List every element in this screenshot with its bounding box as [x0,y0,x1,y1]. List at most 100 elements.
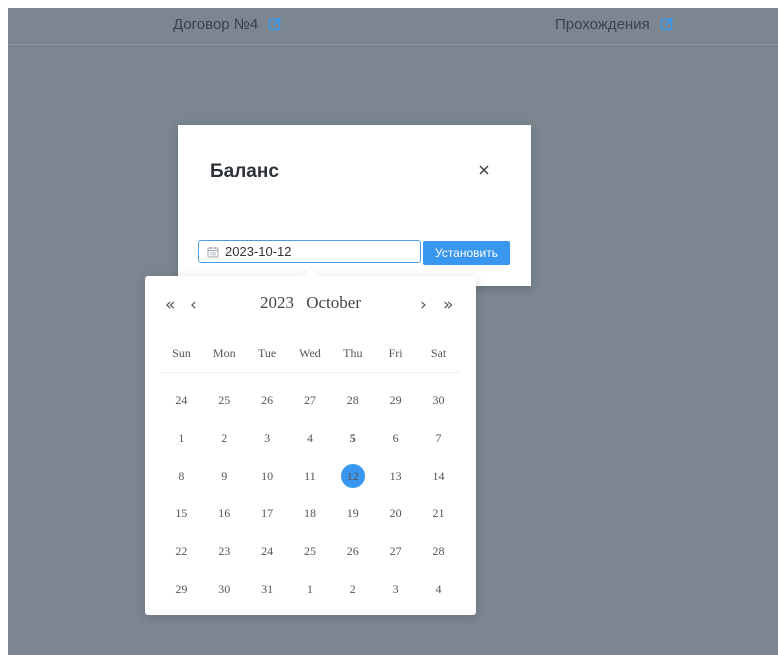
day-cell[interactable]: 23 [203,539,246,564]
day-number: 3 [264,431,271,446]
day-cell[interactable]: 13 [374,464,417,489]
calendar-icon [207,246,219,258]
balance-dialog: Баланс Установить [178,125,531,286]
day-number: 30 [432,393,445,408]
day-cell[interactable]: 9 [203,464,246,489]
table-header-row: Договор №4 Прохождения [8,8,778,45]
day-cell[interactable]: 20 [374,501,417,526]
edit-icon[interactable] [268,17,282,31]
header-contract-label: Договор №4 [173,15,259,33]
day-number: 3 [392,581,399,596]
weekday-label: Tue [257,346,277,360]
day-cell[interactable]: 8 [160,464,203,489]
page-overlay[interactable]: Договор №4 Прохождения Баланс Установить… [8,8,778,655]
day-number: 1 [178,431,185,446]
calendar-grid: 24 25 26 27 28 29 30 1 2 3 4 5 6 7 8 9 10 11 12 13 14 15 16 17 1… [160,382,460,608]
day-cell[interactable]: 28 [417,539,460,564]
day-number: 1 [306,581,313,596]
day-number: 16 [218,506,231,521]
day-cell[interactable]: 1 [160,426,203,451]
edit-icon[interactable] [660,17,674,31]
day-cell[interactable]: 10 [246,464,289,489]
day-number: 19 [346,506,359,521]
day-cell[interactable]: 26 [246,388,289,413]
day-cell[interactable]: 28 [331,388,374,413]
day-number: 9 [221,468,228,483]
close-icon[interactable] [475,161,493,179]
day-number: 17 [261,506,274,521]
day-number: 31 [261,581,274,596]
date-picker-field[interactable] [198,240,421,263]
day-cell[interactable]: 25 [289,539,332,564]
weekday-header: Sun Mon Tue Wed Thu Fri Sat [160,346,460,361]
day-cell[interactable]: 27 [374,539,417,564]
day-number: 8 [178,468,185,483]
year-label[interactable]: 2023 [260,293,294,312]
day-cell[interactable]: 27 [289,388,332,413]
day-number: 4 [435,581,442,596]
day-number: 30 [218,581,231,596]
selected-day-cell[interactable]: 12 [331,464,374,489]
day-cell[interactable]: 29 [160,577,203,602]
day-cell[interactable]: 1 [289,577,332,602]
set-button[interactable]: Установить [423,241,510,265]
day-cell[interactable]: 24 [246,539,289,564]
day-number: 2 [349,581,356,596]
day-cell[interactable]: 19 [331,501,374,526]
dialog-title: Баланс [210,161,279,182]
day-cell[interactable]: 30 [417,388,460,413]
day-cell[interactable]: 11 [289,464,332,489]
day-cell[interactable]: 7 [417,426,460,451]
weekday-label: Sat [430,346,447,360]
date-input[interactable] [225,244,395,259]
day-cell[interactable]: 3 [246,426,289,451]
day-cell[interactable]: 2 [331,577,374,602]
day-cell[interactable]: 29 [374,388,417,413]
date-picker-panel: « ‹ 2023 October › » Sun Mon Tue Wed Thu… [145,267,476,615]
day-number: 4 [306,431,313,446]
day-number: 6 [392,431,399,446]
calendar-week-row: 1 2 3 4 5 6 7 [160,420,460,458]
day-number: 26 [261,393,274,408]
calendar-week-row: 8 9 10 11 12 13 14 [160,457,460,495]
day-cell[interactable]: 26 [331,539,374,564]
day-number: 23 [218,544,231,559]
day-cell[interactable]: 2 [203,426,246,451]
day-number: 20 [389,506,402,521]
day-number: 24 [261,544,274,559]
day-cell[interactable]: 4 [289,426,332,451]
day-number: 27 [389,544,402,559]
day-number: 13 [389,468,402,483]
day-cell[interactable]: 31 [246,577,289,602]
month-label[interactable]: October [306,293,361,312]
next-month-button[interactable]: › [420,296,427,314]
day-number: 15 [175,506,188,521]
next-year-button[interactable]: » [443,296,453,314]
day-number: 5 [349,431,356,446]
day-cell[interactable]: 22 [160,539,203,564]
day-number: 28 [432,544,445,559]
weekday-label: Fri [388,346,403,360]
day-number: 18 [303,506,316,521]
day-number: 29 [389,393,402,408]
weekday-label: Sun [172,346,191,360]
weekday-label: Thu [343,346,363,360]
day-cell[interactable]: 4 [417,577,460,602]
day-cell[interactable]: 18 [289,501,332,526]
day-number: 25 [303,544,316,559]
day-cell[interactable]: 21 [417,501,460,526]
day-number: 26 [346,544,359,559]
day-cell[interactable]: 17 [246,501,289,526]
day-cell[interactable]: 3 [374,577,417,602]
today-day-cell[interactable]: 5 [331,426,374,451]
day-cell[interactable]: 24 [160,388,203,413]
day-cell[interactable]: 25 [203,388,246,413]
day-cell[interactable]: 16 [203,501,246,526]
calendar-week-row: 24 25 26 27 28 29 30 [160,382,460,420]
day-number: 28 [346,393,359,408]
day-number: 24 [175,393,188,408]
day-cell[interactable]: 15 [160,501,203,526]
day-cell[interactable]: 6 [374,426,417,451]
day-cell[interactable]: 30 [203,577,246,602]
day-cell[interactable]: 14 [417,464,460,489]
